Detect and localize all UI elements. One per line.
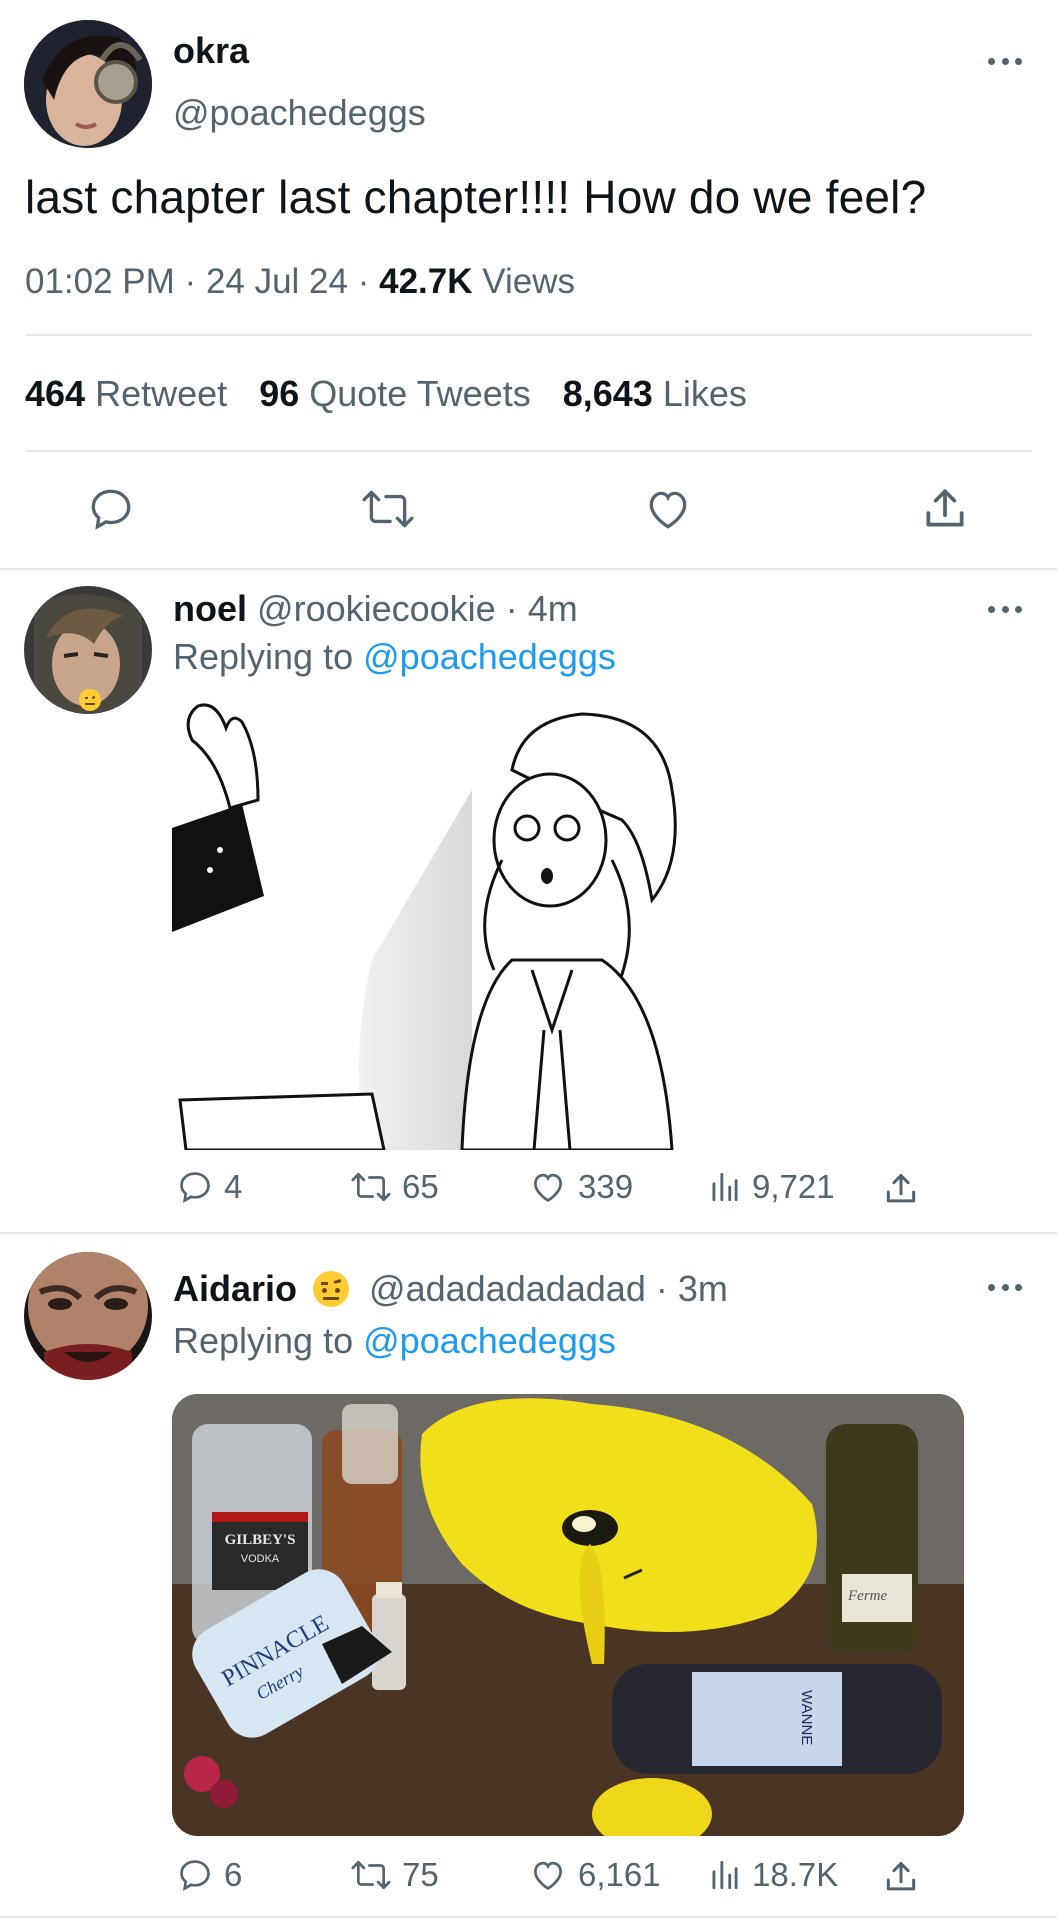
like-button[interactable]: 339 — [528, 1168, 633, 1206]
replying-to: Replying to @poachedeggs — [173, 636, 616, 678]
likes-count: 8,643 — [562, 373, 653, 414]
retweet-count: 75 — [402, 1856, 439, 1893]
quotes-label: Quote Tweets — [309, 373, 531, 414]
retweet-icon — [351, 1172, 391, 1202]
like-icon[interactable] — [643, 484, 693, 534]
avatar-image — [24, 586, 152, 714]
eyebrow-right — [333, 1279, 342, 1284]
retweet-button[interactable]: 75 — [350, 1856, 439, 1894]
tweet-time: 01:02 PM — [25, 262, 175, 301]
reply-header: Aidario @adadadadadad · 3m — [173, 1268, 728, 1310]
quotes-stat[interactable]: 96 Quote Tweets — [259, 373, 541, 414]
reply-header: noel @rookiecookie · 4m — [173, 588, 578, 630]
more-icon[interactable] — [988, 56, 1022, 66]
mouth — [323, 1297, 340, 1300]
retweet-count: 65 — [402, 1168, 439, 1205]
retweets-count: 464 — [25, 373, 86, 414]
bottles-photo: GILBEY'S VODKA PINNACLE Cherry Ferme WAN… — [172, 1394, 964, 1836]
replying-prefix: Replying to — [173, 1320, 354, 1361]
meta-separator: · — [357, 262, 370, 301]
meta-separator: · — [184, 262, 197, 301]
avatar-image — [24, 20, 152, 148]
avatar-noel[interactable] — [24, 586, 152, 714]
views-label: Views — [482, 262, 575, 301]
replying-prefix: Replying to — [173, 636, 354, 677]
reply-count: 4 — [224, 1168, 243, 1205]
share-icon[interactable] — [882, 1170, 920, 1208]
eye-left — [322, 1288, 328, 1293]
retweet-icon — [351, 1860, 391, 1890]
reply-icon[interactable] — [86, 484, 136, 534]
label-ferme: Ferme — [847, 1588, 887, 1604]
tweet-date: 24 Jul 24 — [205, 262, 348, 301]
reply-display-name[interactable]: Aidario — [173, 1268, 297, 1309]
views-icon — [712, 1172, 738, 1202]
divider — [26, 450, 1032, 452]
like-button[interactable]: 6,161 — [528, 1856, 661, 1894]
like-count: 6,161 — [578, 1856, 661, 1893]
reply-handle[interactable]: @adadadadadad — [369, 1268, 646, 1309]
divider — [26, 334, 1032, 336]
more-icon[interactable] — [988, 604, 1022, 614]
label-wanne: WANNE — [798, 1690, 815, 1745]
reply-image[interactable]: GILBEY'S VODKA PINNACLE Cherry Ferme WAN… — [172, 1394, 964, 1836]
replying-to-link[interactable]: @poachedeggs — [363, 1320, 616, 1361]
name-emoji — [313, 1271, 350, 1307]
tweet-text: last chapter last chapter!!!! How do we … — [25, 171, 927, 223]
views-count: 9,721 — [752, 1168, 835, 1205]
quotes-count: 96 — [259, 373, 300, 414]
reply-display-name[interactable]: noel — [173, 588, 247, 629]
more-icon[interactable] — [988, 1282, 1022, 1292]
reply-icon — [180, 1172, 210, 1203]
reply-age: · 4m — [505, 588, 578, 629]
reply-button[interactable]: 4 — [176, 1168, 242, 1206]
retweets-label: Retweet — [95, 373, 228, 414]
tweet-meta: 01:02 PM · 24 Jul 24 · 42.7K Views — [25, 262, 575, 302]
tweet-stats: 464 Retweet 96 Quote Tweets 8,643 Likes — [25, 373, 747, 415]
main-handle[interactable]: @poachedeggs — [173, 92, 426, 134]
divider — [0, 568, 1057, 570]
views-button[interactable]: 9,721 — [708, 1168, 835, 1206]
like-icon — [533, 1173, 563, 1203]
reply-count: 6 — [224, 1856, 243, 1893]
reply-age: · 3m — [655, 1268, 728, 1309]
main-display-name[interactable]: okra — [173, 30, 249, 72]
reply-button[interactable]: 6 — [176, 1856, 242, 1894]
replying-to: Replying to @poachedeggs — [173, 1320, 616, 1362]
share-icon[interactable] — [920, 484, 970, 534]
label-vodka: VODKA — [241, 1553, 280, 1565]
replying-to-link[interactable]: @poachedeggs — [363, 636, 616, 677]
reply-handle[interactable]: @rookiecookie — [257, 588, 496, 629]
views-count: 42.7K — [379, 262, 473, 301]
divider — [0, 1232, 1057, 1234]
views-count: 18.7K — [752, 1856, 839, 1893]
like-icon — [533, 1861, 563, 1891]
manga-illustration — [172, 700, 702, 1150]
eye-right — [335, 1288, 341, 1293]
retweet-icon[interactable] — [361, 484, 415, 534]
retweets-stat[interactable]: 464 Retweet — [25, 373, 237, 414]
avatar-aidario[interactable] — [24, 1252, 152, 1380]
label-gilbeys: GILBEY'S — [225, 1532, 296, 1548]
retweet-button[interactable]: 65 — [350, 1168, 439, 1206]
avatar-okra[interactable] — [24, 20, 152, 148]
eyebrow-left — [321, 1282, 329, 1285]
views-icon — [712, 1860, 738, 1890]
divider — [0, 1916, 1057, 1918]
likes-stat[interactable]: 8,643 Likes — [563, 373, 747, 414]
like-count: 339 — [578, 1168, 634, 1205]
reply-image[interactable] — [172, 700, 702, 1150]
avatar-image — [24, 1252, 152, 1380]
views-button[interactable]: 18.7K — [708, 1856, 838, 1894]
reply-icon — [180, 1860, 210, 1891]
likes-label: Likes — [662, 373, 747, 414]
share-icon[interactable] — [882, 1858, 920, 1896]
